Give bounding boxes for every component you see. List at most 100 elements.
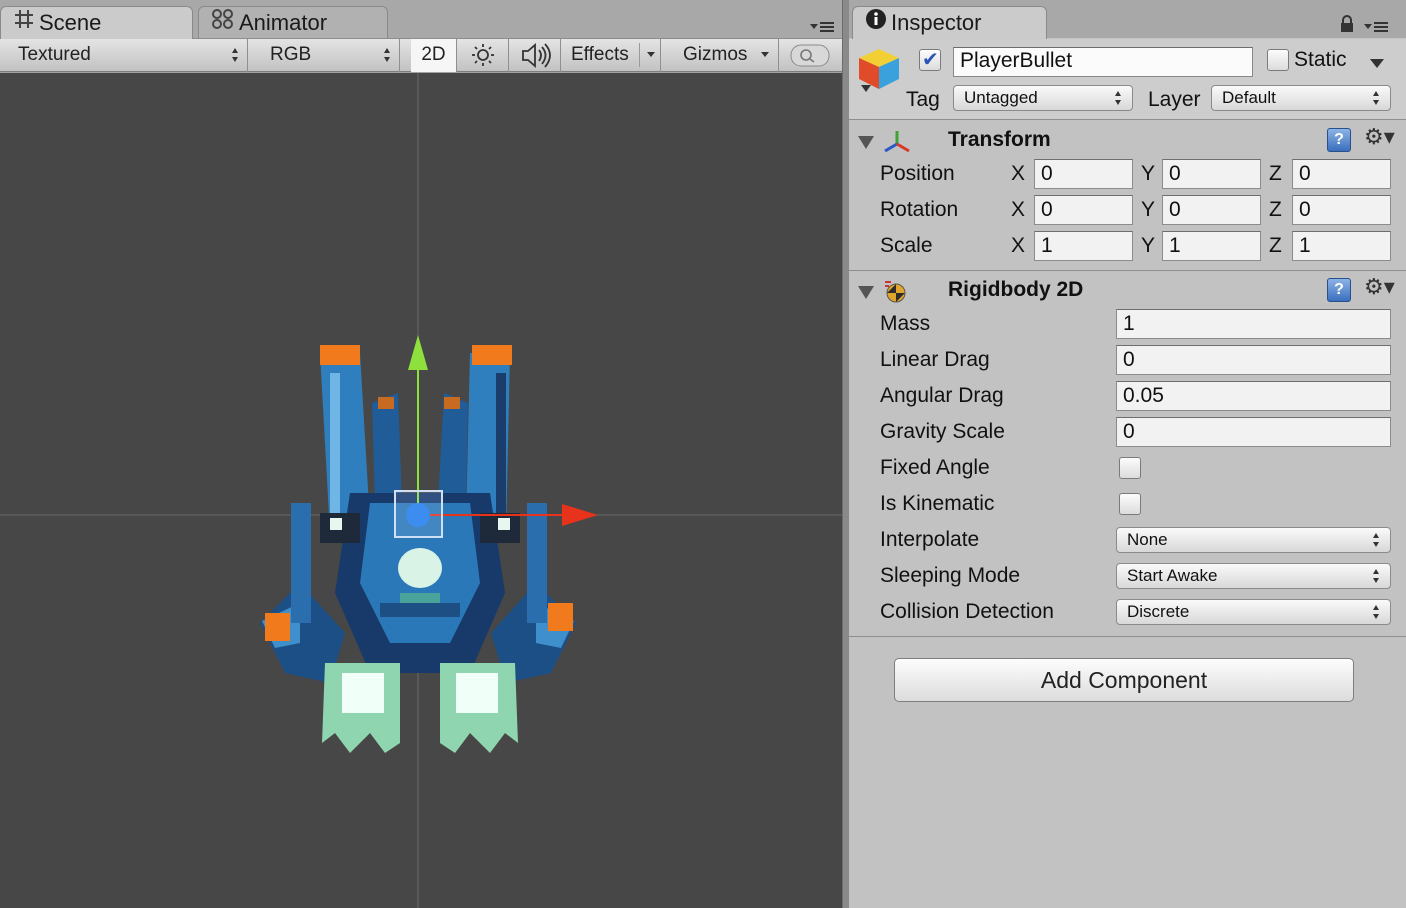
is-kinematic-label: Is Kinematic — [880, 492, 995, 515]
toggle-2d-label: 2D — [421, 44, 446, 65]
sleeping-mode-dropdown[interactable]: Start Awake — [1116, 563, 1391, 589]
interpolate-label: Interpolate — [880, 528, 980, 551]
tag-label: Tag — [906, 88, 940, 111]
layer-dropdown[interactable]: Default — [1211, 85, 1391, 111]
scene-panel: Scene Animator Textured RGB 2D Effects G… — [0, 0, 842, 908]
static-label: Static — [1294, 48, 1347, 71]
gameobject-name-field[interactable]: PlayerBullet — [953, 47, 1253, 77]
tag-dropdown[interactable]: Untagged — [953, 85, 1133, 111]
rigidbody2d-title: Rigidbody 2D — [948, 278, 1084, 301]
audio-toggle[interactable] — [509, 39, 561, 72]
lock-icon[interactable] — [1339, 14, 1355, 39]
rotation-z-field[interactable]: 0 — [1292, 195, 1391, 225]
updown-arrows-icon — [232, 48, 239, 62]
gizmo-y-arrow-icon[interactable] — [408, 335, 428, 370]
transform-axes-icon — [882, 128, 912, 159]
position-label: Position — [880, 162, 955, 185]
scale-x-field[interactable]: 1 — [1034, 231, 1133, 261]
toggle-2d-button[interactable]: 2D — [411, 39, 457, 72]
gizmos-label: Gizmos — [683, 44, 748, 65]
scene-viewport[interactable] — [0, 73, 842, 908]
animator-icon — [211, 7, 235, 38]
linear-drag-field[interactable]: 0 — [1116, 345, 1391, 375]
angular-drag-field[interactable]: 0.05 — [1116, 381, 1391, 411]
collision-detection-value: Discrete — [1127, 602, 1190, 621]
updown-arrows-icon — [1373, 569, 1380, 583]
render-mode-value: Textured — [18, 44, 91, 65]
position-x-field[interactable]: 0 — [1034, 159, 1133, 189]
rigidbody2d-header[interactable]: Rigidbody 2D ? ⚙▾ — [849, 272, 1406, 310]
collision-detection-dropdown[interactable]: Discrete — [1116, 599, 1391, 625]
scale-z-field[interactable]: 1 — [1292, 231, 1391, 261]
gizmos-dropdown[interactable]: Gizmos — [673, 39, 779, 72]
gear-icon[interactable]: ⚙▾ — [1364, 127, 1395, 151]
updown-arrows-icon — [384, 48, 391, 62]
color-mode-value: RGB — [270, 44, 312, 65]
tag-value: Untagged — [964, 88, 1038, 107]
add-component-button[interactable]: Add Component — [894, 658, 1354, 702]
foldout-arrow-icon[interactable] — [858, 286, 874, 299]
sleeping-mode-label: Sleeping Mode — [880, 564, 1021, 587]
rigidbody2d-icon — [883, 278, 913, 309]
foldout-arrow-icon[interactable] — [858, 136, 874, 149]
updown-arrows-icon — [1373, 91, 1380, 105]
chevron-down-icon — [761, 52, 769, 57]
updown-arrows-icon — [1373, 533, 1380, 547]
component-divider — [849, 270, 1406, 271]
help-book-icon[interactable]: ? — [1327, 128, 1351, 152]
gravity-scale-label: Gravity Scale — [880, 420, 1005, 443]
collision-detection-label: Collision Detection — [880, 600, 1054, 623]
updown-arrows-icon — [1373, 605, 1380, 619]
color-mode-dropdown[interactable]: RGB — [260, 39, 400, 72]
sleeping-mode-value: Start Awake — [1127, 566, 1218, 585]
transform-title: Transform — [948, 128, 1051, 151]
render-mode-dropdown[interactable]: Textured — [8, 39, 248, 72]
rotation-y-label: Y — [1141, 198, 1156, 221]
layer-label: Layer — [1148, 88, 1201, 111]
position-z-field[interactable]: 0 — [1292, 159, 1391, 189]
effects-divider — [639, 43, 640, 67]
inspector-tabstrip: Inspector — [849, 0, 1406, 39]
position-y-field[interactable]: 0 — [1162, 159, 1261, 189]
inspector-panel: Inspector PlayerBullet Static Tag Untagg… — [849, 0, 1406, 908]
transform-header[interactable]: Transform ? ⚙▾ — [849, 122, 1406, 160]
updown-arrows-icon — [1115, 91, 1122, 105]
rotation-y-field[interactable]: 0 — [1162, 195, 1261, 225]
rotation-x-field[interactable]: 0 — [1034, 195, 1133, 225]
search-icon — [790, 44, 830, 67]
tab-inspector[interactable]: Inspector — [852, 6, 1047, 39]
tab-scene-label: Scene — [39, 10, 102, 35]
interpolate-dropdown[interactable]: None — [1116, 527, 1391, 553]
inspector-panel-menu-icon[interactable] — [1364, 20, 1390, 34]
mass-label: Mass — [880, 312, 931, 335]
gizmo-x-arrow-icon[interactable] — [562, 504, 598, 526]
position-z-label: Z — [1269, 162, 1282, 185]
lighting-toggle[interactable] — [457, 39, 509, 72]
tab-inspector-label: Inspector — [891, 10, 982, 35]
rotation-x-label: X — [1011, 198, 1026, 221]
help-book-icon[interactable]: ? — [1327, 278, 1351, 302]
effects-dropdown[interactable]: Effects — [561, 39, 661, 72]
static-checkbox[interactable] — [1267, 49, 1289, 71]
fixed-angle-checkbox[interactable] — [1119, 457, 1141, 479]
gravity-scale-field[interactable]: 0 — [1116, 417, 1391, 447]
is-kinematic-checkbox[interactable] — [1119, 493, 1141, 515]
gizmo-center-handle[interactable] — [406, 503, 430, 527]
position-y-label: Y — [1141, 162, 1156, 185]
scene-search-field[interactable] — [785, 39, 837, 72]
scale-label: Scale — [880, 234, 933, 257]
scene-toolbar: Textured RGB 2D Effects Gizmos — [0, 38, 842, 72]
scene-panel-menu-icon[interactable] — [810, 20, 836, 34]
static-options-chevron-icon[interactable] — [1370, 59, 1384, 68]
gear-icon[interactable]: ⚙▾ — [1364, 277, 1395, 301]
gameobject-active-checkbox[interactable] — [919, 47, 941, 71]
scene-canvas[interactable] — [0, 73, 842, 908]
panel-splitter[interactable] — [842, 0, 849, 908]
scale-y-field[interactable]: 1 — [1162, 231, 1261, 261]
speaker-icon — [522, 43, 551, 68]
tab-animator[interactable]: Animator — [198, 6, 388, 38]
effects-label: Effects — [571, 44, 629, 65]
tab-scene[interactable]: Scene — [0, 6, 193, 39]
mass-field[interactable]: 1 — [1116, 309, 1391, 339]
gameobject-cube-icon[interactable] — [855, 45, 903, 100]
